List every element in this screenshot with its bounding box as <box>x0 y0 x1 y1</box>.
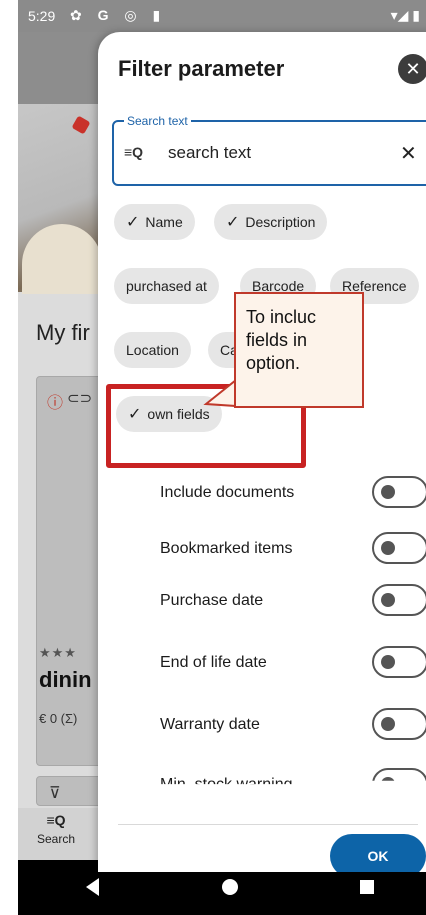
sheet-title: Filter parameter <box>118 56 285 81</box>
search-field-label: Search text <box>124 114 191 128</box>
chip-label: Name <box>145 214 183 230</box>
min-stock-toggle[interactable] <box>372 768 426 781</box>
option-label: Include documents <box>160 484 295 501</box>
chip-purchased-at[interactable]: purchased at <box>114 268 219 304</box>
toggle-knob <box>381 485 395 499</box>
option-label: Min. stock warning <box>160 776 293 793</box>
photo-decoration <box>22 224 102 294</box>
status-time: 5:29 <box>28 8 56 24</box>
toggle-knob <box>381 777 395 781</box>
section-title: My fir <box>36 320 90 345</box>
chip-description[interactable]: ✓ Description <box>214 204 328 240</box>
end-of-life-toggle[interactable] <box>372 646 426 678</box>
option-label: Purchase date <box>160 592 264 609</box>
home-icon[interactable] <box>222 879 238 895</box>
toggle-knob <box>381 541 395 555</box>
toggle-knob <box>381 717 395 731</box>
check-icon: ✓ <box>126 214 140 231</box>
warranty-date-toggle[interactable] <box>372 708 426 740</box>
check-icon: ✓ <box>226 214 240 231</box>
toggle-knob <box>381 593 395 607</box>
signal-battery-icon: ▾◢ ▮ <box>390 7 420 23</box>
search-input[interactable]: Search text ≡Q search text ✕ <box>112 114 426 186</box>
nav-search[interactable]: ≡Q Search <box>26 812 86 846</box>
close-icon: ✕ <box>405 59 421 79</box>
search-icon: ≡Q <box>124 144 144 160</box>
tutorial-callout: To incluc fields in option. <box>234 292 364 408</box>
chip-name[interactable]: ✓ Name <box>114 204 195 240</box>
chip-location[interactable]: Location <box>114 332 191 368</box>
cart-card[interactable]: ⊽ <box>36 776 106 806</box>
toggle-knob <box>381 655 395 669</box>
photo-decoration <box>71 115 91 135</box>
status-bar: 5:29 ✿ G ◎ ▮ ▾◢ ▮ <box>18 0 426 32</box>
callout-line: fields in <box>246 330 308 350</box>
chip-label: Location <box>126 342 179 358</box>
ok-button[interactable]: OK <box>330 834 426 872</box>
alert-icon: ⓘ <box>47 395 64 412</box>
clear-icon[interactable]: ✕ <box>400 141 417 166</box>
item-price: € 0 (Σ) <box>39 711 78 726</box>
notification-icons: ✿ G ◎ ▮ <box>70 7 167 23</box>
nav-search-label: Search <box>36 832 76 846</box>
item-title: dinin <box>39 667 92 692</box>
cart-icon: ⊽ <box>49 785 61 802</box>
search-icon: ≡Q <box>46 812 66 828</box>
back-icon[interactable] <box>86 878 99 896</box>
include-documents-toggle[interactable] <box>372 476 426 508</box>
chip-label: Description <box>245 214 316 230</box>
link-icon: ⊂⊃ <box>67 390 93 407</box>
footer-divider <box>118 824 418 825</box>
recents-icon[interactable] <box>360 880 374 894</box>
callout-line: To incluc <box>246 307 317 327</box>
option-label: Warranty date <box>160 716 260 733</box>
option-label: End of life date <box>160 654 267 671</box>
option-label: Bookmarked items <box>160 540 293 557</box>
close-button[interactable]: ✕ <box>398 54 426 84</box>
purchase-date-toggle[interactable] <box>372 584 426 616</box>
search-input-value[interactable]: search text <box>168 143 251 163</box>
chip-label: purchased at <box>126 278 207 294</box>
bookmarked-items-toggle[interactable] <box>372 532 426 564</box>
callout-line: option. <box>246 353 301 373</box>
rating-stars: ★★★ <box>39 645 77 660</box>
